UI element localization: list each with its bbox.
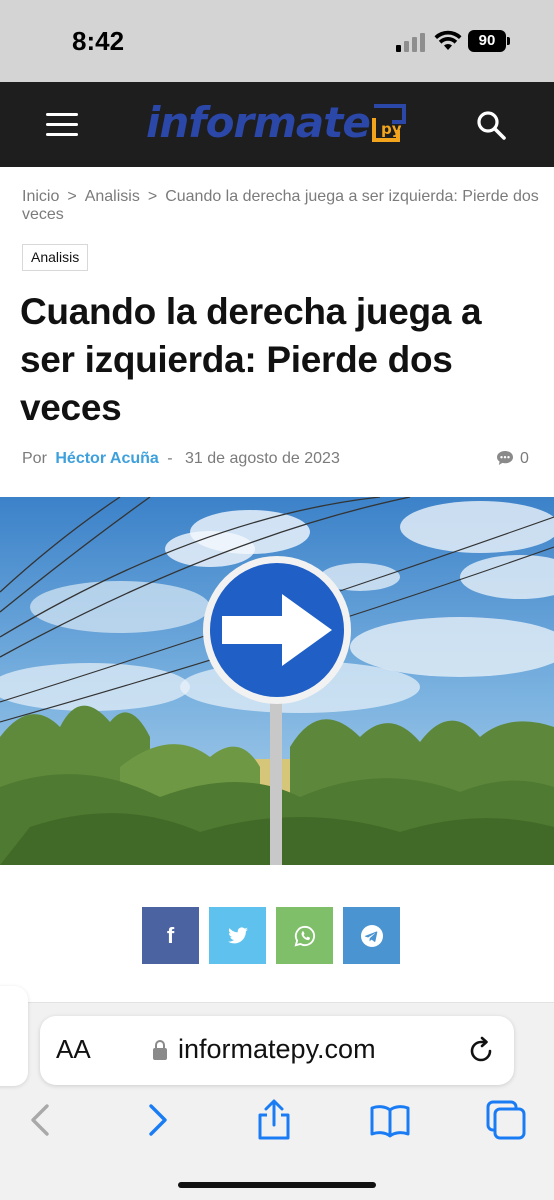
facebook-icon: f	[166, 922, 175, 948]
whatsapp-icon	[294, 925, 315, 946]
logo-mark-text: py	[381, 120, 402, 138]
lock-icon	[153, 1040, 167, 1060]
author-link[interactable]: Héctor Acuña	[55, 450, 158, 467]
twitter-icon	[227, 926, 248, 943]
share-twitter-button[interactable]	[209, 907, 266, 964]
site-header: informate py	[0, 82, 554, 167]
home-indicator	[178, 1182, 376, 1188]
previous-tab-preview[interactable]	[0, 986, 28, 1086]
address-bar[interactable]: AA informatepy.com	[40, 1016, 514, 1085]
status-bar: 8:42 90	[0, 0, 554, 82]
comment-count-link[interactable]: 0	[496, 450, 529, 468]
publish-date: 31 de agosto de 2023	[185, 450, 340, 467]
battery-tip	[507, 37, 510, 45]
bookmarks-icon[interactable]	[368, 1098, 412, 1142]
back-icon[interactable]	[18, 1098, 62, 1142]
status-time: 8:42	[72, 26, 125, 56]
breadcrumb: Inicio > Analisis > Cuando la derecha juega …	[22, 188, 542, 224]
breadcrumb-separator: >	[147, 188, 158, 205]
telegram-icon	[360, 924, 383, 947]
logo-py-mark: py	[372, 104, 406, 142]
article-title: Cuando la derecha juega a ser izquierda:…	[20, 291, 482, 428]
site-logo[interactable]: informate py	[146, 96, 406, 150]
category-badge[interactable]: Analisis	[22, 244, 89, 271]
breadcrumb-home[interactable]: Inicio	[22, 188, 59, 205]
share-icon[interactable]	[252, 1098, 296, 1142]
share-facebook-button[interactable]: f	[142, 907, 199, 964]
share-whatsapp-button[interactable]	[276, 907, 333, 964]
comment-count: 0	[520, 450, 529, 467]
share-telegram-button[interactable]	[343, 907, 400, 964]
by-label: Por	[22, 450, 47, 467]
road-sign-photo	[0, 497, 554, 865]
wifi-icon	[434, 30, 462, 50]
url-text[interactable]: informatepy.com	[178, 1034, 376, 1065]
breadcrumb-category[interactable]: Analisis	[85, 188, 140, 205]
breadcrumb-separator: >	[67, 188, 77, 205]
reload-icon[interactable]	[466, 1036, 496, 1066]
logo-text: informate	[146, 98, 371, 147]
hamburger-menu-icon[interactable]	[46, 111, 80, 137]
featured-image	[0, 497, 554, 865]
text-size-button[interactable]: AA	[56, 1034, 91, 1065]
comment-bubble-icon	[497, 451, 513, 465]
battery-indicator: 90	[468, 30, 506, 52]
search-icon[interactable]	[474, 108, 508, 142]
forward-icon[interactable]	[136, 1098, 180, 1142]
date-separator: -	[167, 450, 173, 467]
article-meta: Por Héctor Acuña - 31 de agosto de 2023	[22, 450, 340, 468]
tabs-icon[interactable]	[484, 1098, 528, 1142]
cellular-signal-icon	[396, 32, 426, 52]
